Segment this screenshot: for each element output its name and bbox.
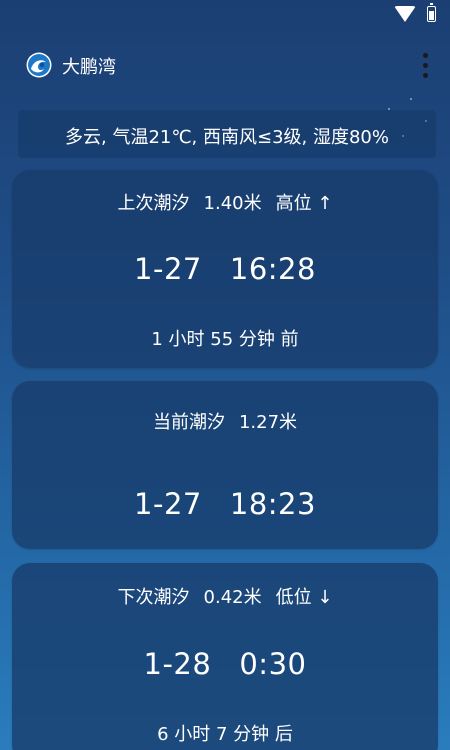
current-tide-header: 当前潮汐 1.27米 [12, 408, 438, 434]
wifi-icon [394, 6, 416, 22]
current-tide-date: 1-27 [134, 487, 202, 521]
next-tide-datetime: 1-28 0:30 [12, 647, 438, 681]
weather-panel: 多云, 气温21℃, 西南风≤3级, 湿度80% [18, 110, 436, 158]
previous-tide-datetime: 1-27 16:28 [12, 252, 438, 286]
app-bar: 大鹏湾 [0, 30, 450, 106]
current-tide-datetime: 1-27 18:23 [12, 487, 438, 521]
app-title: 大鹏湾 [62, 57, 116, 78]
next-tide-time: 0:30 [239, 647, 307, 681]
current-tide-card[interactable]: 当前潮汐 1.27米 1-27 18:23 [12, 381, 438, 549]
next-tide-level: 低位 ↓ [275, 587, 333, 608]
next-tide-card[interactable]: 下次潮汐 0.42米 低位 ↓ 1-28 0:30 6 小时 7 分钟 后 [12, 563, 438, 750]
next-tide-date: 1-28 [143, 647, 212, 681]
previous-tide-card[interactable]: 上次潮汐 1.40米 高位 ↑ 1-27 16:28 1 小时 55 分钟 前 [12, 170, 438, 368]
current-tide-time: 18:23 [229, 487, 316, 521]
previous-tide-relative: 1 小时 55 分钟 前 [151, 329, 299, 350]
battery-icon [427, 3, 436, 22]
next-tide-label: 下次潮汐 [117, 587, 190, 608]
next-tide-height: 0.42米 [203, 587, 262, 608]
previous-tide-level: 高位 ↑ [275, 193, 333, 214]
previous-tide-time: 16:28 [229, 252, 316, 286]
next-tide-relative: 6 小时 7 分钟 后 [157, 724, 293, 745]
current-tide-height: 1.27米 [238, 412, 298, 433]
weather-summary: 多云, 气温21℃, 西南风≤3级, 湿度80% [65, 127, 389, 148]
more-vertical-icon[interactable] [416, 50, 436, 82]
wave-logo-icon[interactable] [26, 52, 52, 78]
current-tide-label: 当前潮汐 [152, 412, 225, 433]
next-tide-header: 下次潮汐 0.42米 低位 ↓ [12, 583, 438, 609]
previous-tide-date: 1-27 [134, 252, 202, 286]
previous-tide-header: 上次潮汐 1.40米 高位 ↑ [12, 189, 438, 215]
previous-tide-label: 上次潮汐 [117, 193, 190, 214]
status-bar [0, 0, 450, 30]
previous-tide-height: 1.40米 [203, 193, 262, 214]
